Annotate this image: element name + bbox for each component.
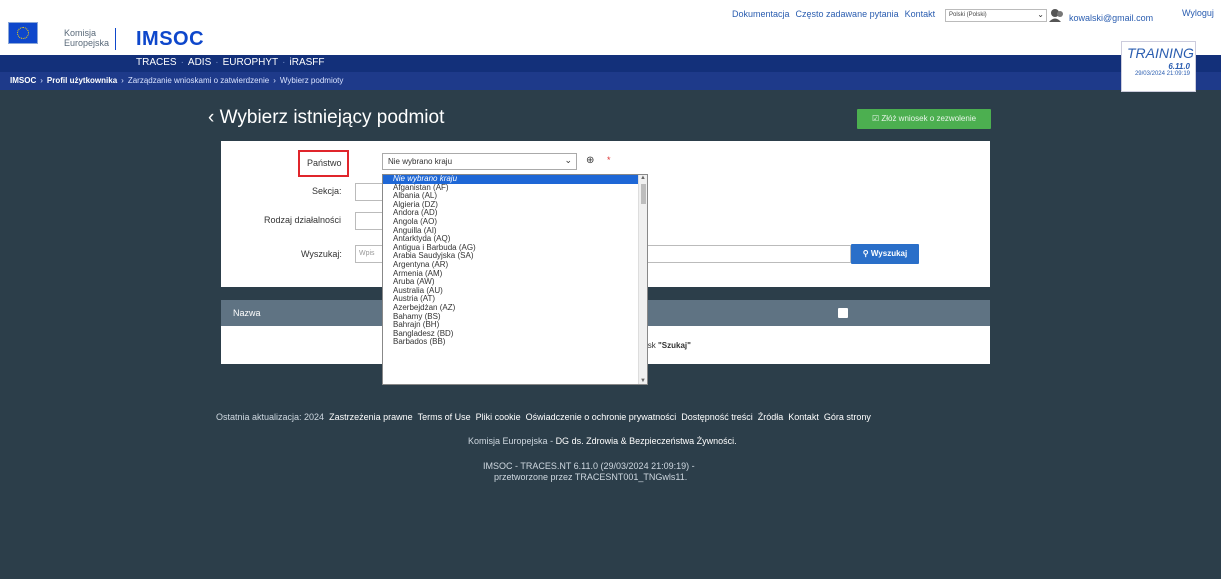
country-select[interactable]: Nie wybrano kraju ⌄ [382,153,577,170]
logo-divider [115,28,116,50]
scrollbar-thumb[interactable] [641,184,646,204]
breadcrumb-item-current: Wybierz podmioty [279,76,344,85]
country-dropdown-list[interactable]: Nie wybrano kraju Afganistan (AF) Albania … [382,174,648,385]
apply-permit-button[interactable]: ☑ Złóż wniosek o zezwolenie [857,109,991,129]
section-input[interactable] [355,183,383,201]
documentation-link[interactable]: Dokumentacja [732,9,790,19]
breadcrumb: IMSOC › Profil użytkownika › Zarządzanie… [0,72,1221,90]
country-option[interactable]: Barbados (BB) [383,338,647,347]
training-version: 6.11.0 [1168,62,1190,71]
scroll-down-icon[interactable]: ▼ [640,378,646,384]
logout-link[interactable]: Wyloguj [1182,8,1214,18]
country-select-value: Nie wybrano kraju [388,157,453,166]
chevron-right-icon: › [273,76,276,85]
footer-link-sources[interactable]: Źródła [758,412,784,422]
footer-link-terms[interactable]: Terms of Use [418,412,471,422]
footer-link-legal[interactable]: Zastrzeżenia prawne [329,412,413,422]
footer-link-contact[interactable]: Kontakt [788,412,819,422]
activity-input[interactable] [355,212,383,230]
country-label: Państwo [307,158,342,168]
ec-name-line1: Komisja [64,28,97,38]
language-value: Polski (Polski) [949,12,987,18]
chevron-down-icon: ⌄ [1037,10,1044,19]
contact-link[interactable]: Kontakt [905,9,936,19]
last-update: Ostatnia aktualizacja: 2024 [216,412,325,422]
footer-link-top[interactable]: Góra strony [824,412,871,422]
breadcrumb-item-profile[interactable]: Profil użytkownika [47,76,117,85]
footer-processed-line: przetworzone przez TRACESNT001_TNGwls11. [494,472,688,482]
page-title: ‹ Wybierz istniejący podmiot [208,107,444,129]
footer-org[interactable]: Komisja Europejska [468,436,548,446]
ec-flag-logo[interactable] [8,22,38,44]
app-title[interactable]: IMSOC [136,28,204,51]
select-all-checkbox[interactable] [838,308,848,318]
footer-version-line: IMSOC - TRACES.NT 6.11.0 (29/03/2024 21:… [483,461,695,471]
page-title-text: Wybierz istniejący podmiot [219,107,445,128]
module-separator: · [180,57,184,68]
chevron-right-icon: › [121,76,124,85]
globe-icon[interactable]: ⊕ [586,155,594,166]
footer-link-accessibility[interactable]: Dostępność treści [681,412,753,422]
top-header: Komisja Europejska IMSOC Dokumentacja Cz… [0,0,1221,55]
module-separator: · [215,57,219,68]
language-select[interactable]: Polski (Polski) ⌄ [945,9,1047,22]
search-button-label: Wyszukaj [870,249,908,258]
scroll-up-icon[interactable]: ▲ [640,175,646,181]
modules-bar: TRACES · ADIS · EUROPHYT · iRASFF [0,55,1221,72]
column-name-header[interactable]: Nazwa [233,308,261,318]
training-label: TRAINING [1127,45,1194,61]
eu-stars-icon [17,27,29,39]
chevron-down-icon: ⌄ [564,155,572,165]
training-badge: TRAINING 6.11.0 29/03/2024 21:09:19 [1121,41,1196,92]
back-chevron-icon[interactable]: ‹ [208,107,214,128]
search-button[interactable]: ⚲ Wyszukaj [851,244,919,264]
breadcrumb-item-requests[interactable]: Zarządzanie wnioskami o zatwierdzenie [128,76,269,85]
footer-link-cookies[interactable]: Pliki cookie [476,412,521,422]
module-adis[interactable]: ADIS [188,57,211,68]
empty-message-bold: "Szukaj" [658,341,691,350]
ec-name: Komisja Europejska [64,28,109,48]
section-label: Sekcja: [312,186,342,196]
footer-dg[interactable]: DG ds. Zdrowia & Bezpieczeństwa Żywności… [556,436,737,446]
footer-org-line: Komisja Europejska - DG ds. Zdrowia & Be… [468,436,737,446]
user-icon[interactable] [1049,8,1065,22]
search-icon: ⚲ [862,249,869,258]
module-traces[interactable]: TRACES [136,57,177,68]
footer-link-privacy[interactable]: Oświadczenie o ochronie prywatności [526,412,677,422]
module-irasff[interactable]: iRASFF [290,57,325,68]
user-email[interactable]: kowalski@gmail.com [1069,13,1153,23]
module-separator: · [282,57,286,68]
checkbox-icon: ☑ [871,114,880,123]
training-datetime: 29/03/2024 21:09:19 [1134,71,1190,77]
top-links: Dokumentacja Często zadawane pytania Kon… [732,9,935,19]
apply-permit-label: Złóż wniosek o zezwolenie [881,114,977,123]
chevron-right-icon: › [40,76,43,85]
required-marker: * [607,155,611,165]
ec-name-line2: Europejska [64,38,110,48]
activity-label: Rodzaj działalności [264,215,342,225]
dropdown-scrollbar[interactable]: ▲ ▼ [638,175,647,384]
breadcrumb-root[interactable]: IMSOC [10,76,36,85]
footer-links: Ostatnia aktualizacja: 2024 Zastrzeżenia… [216,412,871,422]
faq-link[interactable]: Często zadawane pytania [796,9,899,19]
search-label: Wyszukaj: [301,249,342,259]
module-europhyt[interactable]: EUROPHYT [223,57,279,68]
